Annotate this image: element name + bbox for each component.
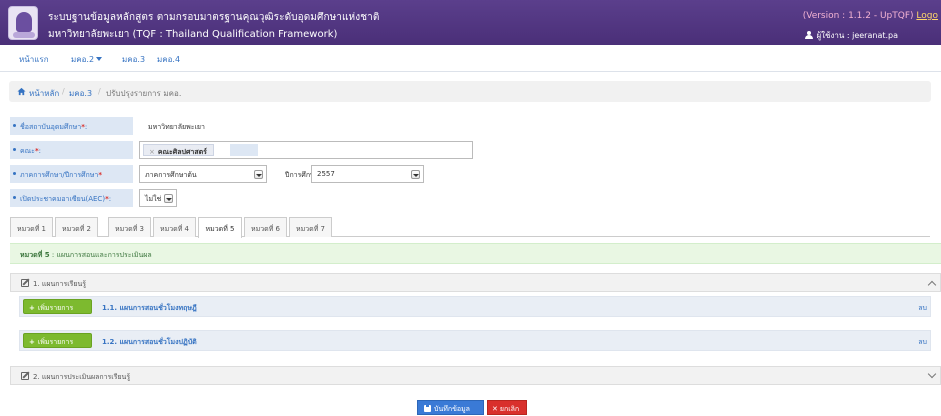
breadcrumb-separator: / [98,87,101,96]
faculty-label-text: คณะ [20,147,35,155]
tag-remove-icon[interactable]: × [149,148,155,156]
form-row-aec: เปิดประชาคมอาเซียน(AEC)*: ไม่ใช่ [10,189,930,207]
semester-select[interactable]: ภาคการศึกษาต้น [139,165,267,183]
label-colon: : [108,195,112,203]
faculty-tag: × คณะศิลปศาสตร์ [143,144,214,156]
aec-label-text: เปิดประชาคมอาเซียน(AEC) [20,195,106,203]
form-row-faculty: คณะ*: × คณะศิลปศาสตร์ [10,141,930,159]
semester-label: ภาคการศึกษา/ปีการศึกษา* [10,165,133,183]
university-logo [8,6,38,40]
add-theory-item-button[interactable]: + เพิ่มรายการ [23,299,92,314]
institution-value: มหาวิทยาลัยพะเยา [148,123,205,131]
section-tabs: หมวดที่ 1 หมวดที่ 2 หมวดที่ 3 หมวดที่ 4 … [10,217,930,238]
subpanel-theory-title: 1.1. แผนการสอนชั่วโมงทฤษฎี [102,304,197,312]
version-info: (Version : 1.1.2 - UpTQF) Logo [803,11,938,21]
cancel-button[interactable]: ✕ ยกเลิก [487,400,527,415]
subpanel-theory: + เพิ่มรายการ 1.1. แผนการสอนชั่วโมงทฤษฎี … [19,296,931,317]
required-mark: * [98,171,103,179]
tab-section-3[interactable]: หมวดที่ 3 [108,217,151,237]
menu-mko3[interactable]: มคอ.3 [122,53,145,66]
tab-section-7[interactable]: หมวดที่ 7 [289,217,332,237]
menu-mko4[interactable]: มคอ.4 [157,53,180,66]
edit-icon [21,372,29,380]
form-row-institution: ชื่อสถาบันอุดมศึกษา*: มหาวิทยาลัยพะเยา [10,117,930,135]
menu-mko2[interactable]: มคอ.2 [71,53,103,66]
version-text: (Version : 1.1.2 - UpTQF) [802,11,914,21]
bullet-icon [13,196,16,199]
year-select-value: 2557 [317,170,335,178]
add-button-label: เพิ่มรายการ [37,338,74,346]
bullet-icon [13,148,16,151]
save-button-label: บันทึกข้อมูล [434,405,470,413]
dropdown-arrow-icon [254,170,263,179]
user-icon [805,31,814,39]
aec-select[interactable]: ไม่ใช่ [139,189,177,207]
section-description: : แผนการสอนและการประเมินผล [51,251,152,259]
plus-icon: + [29,338,35,346]
panel-learning-plan[interactable]: 1. แผนการเรียนรู้ [10,273,941,292]
semester-label-text: ภาคการศึกษา/ปีการศึกษา [20,171,99,179]
panel-learning-plan-title: 1. แผนการเรียนรู้ [33,280,87,288]
main-menu: หน้าแรก มคอ.2 มคอ.3 มคอ.4 [0,45,941,72]
subpanel-practice: + เพิ่มรายการ 1.2. แผนการสอนชั่วโมงปฏิบัต… [19,330,931,351]
label-colon: : [84,123,88,131]
chevron-down-icon [96,57,103,61]
faculty-multiselect[interactable]: × คณะศิลปศาสตร์ [139,141,473,159]
label-colon: : [38,147,41,155]
cancel-button-label: ยกเลิก [499,405,520,413]
faculty-search-input[interactable] [230,144,258,156]
tab-section-4[interactable]: หมวดที่ 4 [153,217,196,237]
save-icon [424,405,431,412]
aec-label: เปิดประชาคมอาเซียน(AEC)*: [10,189,133,207]
breadcrumb-current: ปรับปรุงรายการ มคอ. [106,89,182,98]
menu-home[interactable]: หน้าแรก [19,53,49,66]
dropdown-arrow-icon [411,170,420,179]
breadcrumb-mko3[interactable]: มคอ.3 [69,87,92,100]
tab-section-5[interactable]: หมวดที่ 5 [198,217,242,238]
bullet-icon [13,172,16,175]
bullet-icon [13,124,16,127]
close-icon: ✕ [492,405,498,413]
home-icon [17,87,26,96]
app-subtitle: มหาวิทยาลัยพะเยา (TQF : Thailand Qualifi… [48,29,338,40]
institution-label-text: ชื่อสถาบันอุดมศึกษา [20,123,82,131]
semester-select-value: ภาคการศึกษาต้น [145,171,197,179]
user-name: ผู้ใช้งาน : jeeranat.pa [816,31,898,40]
plus-icon: + [29,304,35,312]
current-user: ผู้ใช้งาน : jeeranat.pa [805,29,898,42]
edit-icon [21,279,29,287]
breadcrumb-separator: / [62,87,65,96]
save-button[interactable]: บันทึกข้อมูล [417,400,484,415]
delete-theory-link[interactable]: ลบ [918,303,927,314]
institution-label: ชื่อสถาบันอุดมศึกษา*: [10,117,133,135]
chevron-down-icon[interactable] [927,369,937,379]
top-header: ระบบฐานข้อมูลหลักสูตร ตามกรอบมาตรฐานคุณว… [0,0,941,45]
logout-link[interactable]: Logo [916,11,938,21]
add-practice-item-button[interactable]: + เพิ่มรายการ [23,333,92,348]
menu-mko2-label: มคอ.2 [71,55,95,64]
tab-section-6[interactable]: หมวดที่ 6 [244,217,287,237]
logo-emblem-icon [16,12,32,32]
tab-section-2[interactable]: หมวดที่ 2 [55,217,98,237]
chevron-up-icon[interactable] [927,280,937,290]
breadcrumb: หน้าหลัก / มคอ.3 / ปรับปรุงรายการ มคอ. [9,81,931,102]
delete-practice-link[interactable]: ลบ [918,337,927,348]
year-select[interactable]: 2557 [311,165,424,183]
section-title: หมวดที่ 5 [20,251,50,259]
app-title: ระบบฐานข้อมูลหลักสูตร ตามกรอบมาตรฐานคุณว… [48,12,380,23]
faculty-label: คณะ*: [10,141,133,159]
section-header: หมวดที่ 5 : แผนการสอนและการประเมินผล [10,243,941,264]
tab-section-1[interactable]: หมวดที่ 1 [10,217,53,237]
breadcrumb-home[interactable]: หน้าหลัก [29,87,59,100]
form-row-semester: ภาคการศึกษา/ปีการศึกษา* ภาคการศึกษาต้น ป… [10,165,930,183]
faculty-tag-text: คณะศิลปศาสตร์ [157,148,207,156]
subpanel-practice-title: 1.2. แผนการสอนชั่วโมงปฏิบัติ [102,338,197,346]
logo-base-icon [13,32,35,38]
add-button-label: เพิ่มรายการ [37,304,74,312]
aec-select-value: ไม่ใช่ [145,195,162,203]
dropdown-arrow-icon [164,194,173,203]
panel-assessment-plan[interactable]: 2. แผนการประเมินผลการเรียนรู้ [10,366,941,385]
panel-assessment-plan-title: 2. แผนการประเมินผลการเรียนรู้ [33,373,131,381]
